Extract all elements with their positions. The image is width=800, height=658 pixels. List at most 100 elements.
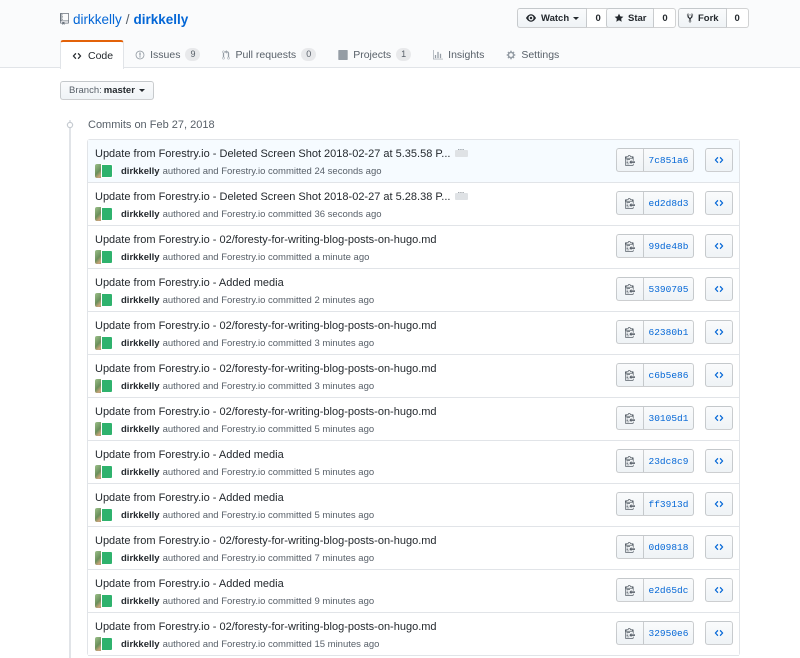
committer-avatar[interactable] — [101, 551, 113, 565]
commit-message-link[interactable]: Update from Forestry.io - 02/foresty-for… — [95, 535, 437, 547]
copy-sha-button[interactable] — [616, 535, 644, 559]
copy-sha-button[interactable] — [616, 492, 644, 516]
browse-repo-button[interactable] — [705, 578, 733, 602]
browse-repo-button[interactable] — [705, 277, 733, 301]
commit-sha-link[interactable]: 62380b1 — [644, 320, 694, 344]
browse-repo-button[interactable] — [705, 148, 733, 172]
repo-owner-link[interactable]: dirkkelly — [73, 12, 122, 27]
commit-author-link[interactable]: dirkkelly — [121, 553, 160, 564]
committer-avatar[interactable] — [101, 207, 113, 221]
commit-message-link[interactable]: Update from Forestry.io - Added media — [95, 449, 284, 461]
commit-message-link[interactable]: Update from Forestry.io - 02/foresty-for… — [95, 320, 437, 332]
commit-message-link[interactable]: Update from Forestry.io - 02/foresty-for… — [95, 234, 437, 246]
ellipsis-expander[interactable] — [455, 145, 469, 157]
code-icon — [714, 629, 724, 637]
copy-sha-button[interactable] — [616, 320, 644, 344]
tab-insights[interactable]: Insights — [422, 40, 495, 68]
fork-button[interactable]: Fork — [678, 8, 727, 28]
commit-message-link[interactable]: Update from Forestry.io - 02/foresty-for… — [95, 406, 437, 418]
ellipsis-expander[interactable] — [455, 188, 469, 200]
branch-select-button[interactable]: Branch: master — [60, 81, 154, 100]
repo-name-link[interactable]: dirkkelly — [134, 12, 189, 27]
browse-repo-button[interactable] — [705, 621, 733, 645]
browse-repo-button[interactable] — [705, 406, 733, 430]
browse-repo-button[interactable] — [705, 234, 733, 258]
commit-title: Update from Forestry.io - Deleted Screen… — [95, 188, 469, 203]
commit-message-link[interactable]: Update from Forestry.io - Deleted Screen… — [95, 148, 450, 160]
commit-author-link[interactable]: dirkkelly — [121, 209, 160, 220]
copy-sha-button[interactable] — [616, 277, 644, 301]
commit-sha-link[interactable]: e2d65dc — [644, 578, 694, 602]
copy-sha-button[interactable] — [616, 621, 644, 645]
commit-sha-link[interactable]: 23dc8c9 — [644, 449, 694, 473]
browse-repo-button[interactable] — [705, 320, 733, 344]
committer-avatar[interactable] — [101, 465, 113, 479]
timeline-line — [69, 120, 71, 658]
committer-avatar[interactable] — [101, 293, 113, 307]
copy-sha-button[interactable] — [616, 406, 644, 430]
star-button[interactable]: Star — [606, 8, 655, 28]
commit-message-link[interactable]: Update from Forestry.io - 02/foresty-for… — [95, 363, 437, 375]
committer-avatar[interactable] — [101, 250, 113, 264]
copy-sha-button[interactable] — [616, 234, 644, 258]
tab-code-label: Code — [88, 49, 114, 62]
browse-repo-button[interactable] — [705, 449, 733, 473]
tab-pull-requests[interactable]: Pull requests 0 — [211, 40, 327, 68]
commit-sha-link[interactable]: 99de48b — [644, 234, 694, 258]
avatar-stack — [95, 379, 115, 393]
copy-sha-button[interactable] — [616, 449, 644, 473]
committer-avatar[interactable] — [101, 637, 113, 651]
copy-sha-button[interactable] — [616, 191, 644, 215]
commit-message-link[interactable]: Update from Forestry.io - Deleted Screen… — [95, 191, 450, 203]
tab-code[interactable]: Code — [60, 40, 125, 69]
committer-avatar[interactable] — [101, 379, 113, 393]
browse-repo-button[interactable] — [705, 191, 733, 215]
commit-author-link[interactable]: dirkkelly — [121, 295, 160, 306]
projects-counter: 1 — [396, 48, 412, 61]
watch-button[interactable]: Watch — [517, 8, 588, 28]
commit-message-link[interactable]: Update from Forestry.io - Added media — [95, 492, 284, 504]
copy-sha-button[interactable] — [616, 363, 644, 387]
browse-repo-button[interactable] — [705, 363, 733, 387]
commit-message-link[interactable]: Update from Forestry.io - Added media — [95, 578, 284, 590]
fork-count[interactable]: 0 — [726, 8, 749, 28]
commit-links-group: c6b5e86 — [616, 363, 694, 387]
commit-sha-link[interactable]: 7c851a6 — [644, 148, 694, 172]
repo-header: dirkkelly / dirkkelly Watch 0 Star 0 For… — [0, 0, 800, 69]
branch-value: master — [103, 85, 135, 96]
commit-author-link[interactable]: dirkkelly — [121, 639, 160, 650]
commit-sha-link[interactable]: c6b5e86 — [644, 363, 694, 387]
commit-sha-link[interactable]: 0d09818 — [644, 535, 694, 559]
star-count[interactable]: 0 — [654, 8, 677, 28]
commit-author-link[interactable]: dirkkelly — [121, 381, 160, 392]
tab-settings[interactable]: Settings — [495, 40, 570, 68]
tab-settings-label: Settings — [521, 48, 560, 61]
tab-projects[interactable]: Projects 1 — [327, 40, 422, 68]
commit-sha-link[interactable]: 5390705 — [644, 277, 694, 301]
commit-author-link[interactable]: dirkkelly — [121, 252, 160, 263]
tab-issues[interactable]: Issues 9 — [124, 40, 211, 68]
commit-author-link[interactable]: dirkkelly — [121, 166, 160, 177]
commit-row: Update from Forestry.io - 02/foresty-for… — [88, 527, 739, 570]
committer-avatar[interactable] — [101, 422, 113, 436]
committer-avatar[interactable] — [101, 164, 113, 178]
pulls-counter: 0 — [301, 48, 317, 61]
committer-avatar[interactable] — [101, 594, 113, 608]
commit-author-link[interactable]: dirkkelly — [121, 467, 160, 478]
commit-author-link[interactable]: dirkkelly — [121, 338, 160, 349]
browse-repo-button[interactable] — [705, 492, 733, 516]
commit-author-link[interactable]: dirkkelly — [121, 424, 160, 435]
committer-avatar[interactable] — [101, 508, 113, 522]
commit-sha-link[interactable]: ff3913d — [644, 492, 694, 516]
copy-sha-button[interactable] — [616, 578, 644, 602]
commit-message-link[interactable]: Update from Forestry.io - Added media — [95, 277, 284, 289]
copy-sha-button[interactable] — [616, 148, 644, 172]
commit-sha-link[interactable]: ed2d8d3 — [644, 191, 694, 215]
commit-author-link[interactable]: dirkkelly — [121, 596, 160, 607]
commit-message-link[interactable]: Update from Forestry.io - 02/foresty-for… — [95, 621, 437, 633]
commit-author-link[interactable]: dirkkelly — [121, 510, 160, 521]
browse-repo-button[interactable] — [705, 535, 733, 559]
commit-sha-link[interactable]: 32950e6 — [644, 621, 694, 645]
commit-sha-link[interactable]: 30105d1 — [644, 406, 694, 430]
committer-avatar[interactable] — [101, 336, 113, 350]
